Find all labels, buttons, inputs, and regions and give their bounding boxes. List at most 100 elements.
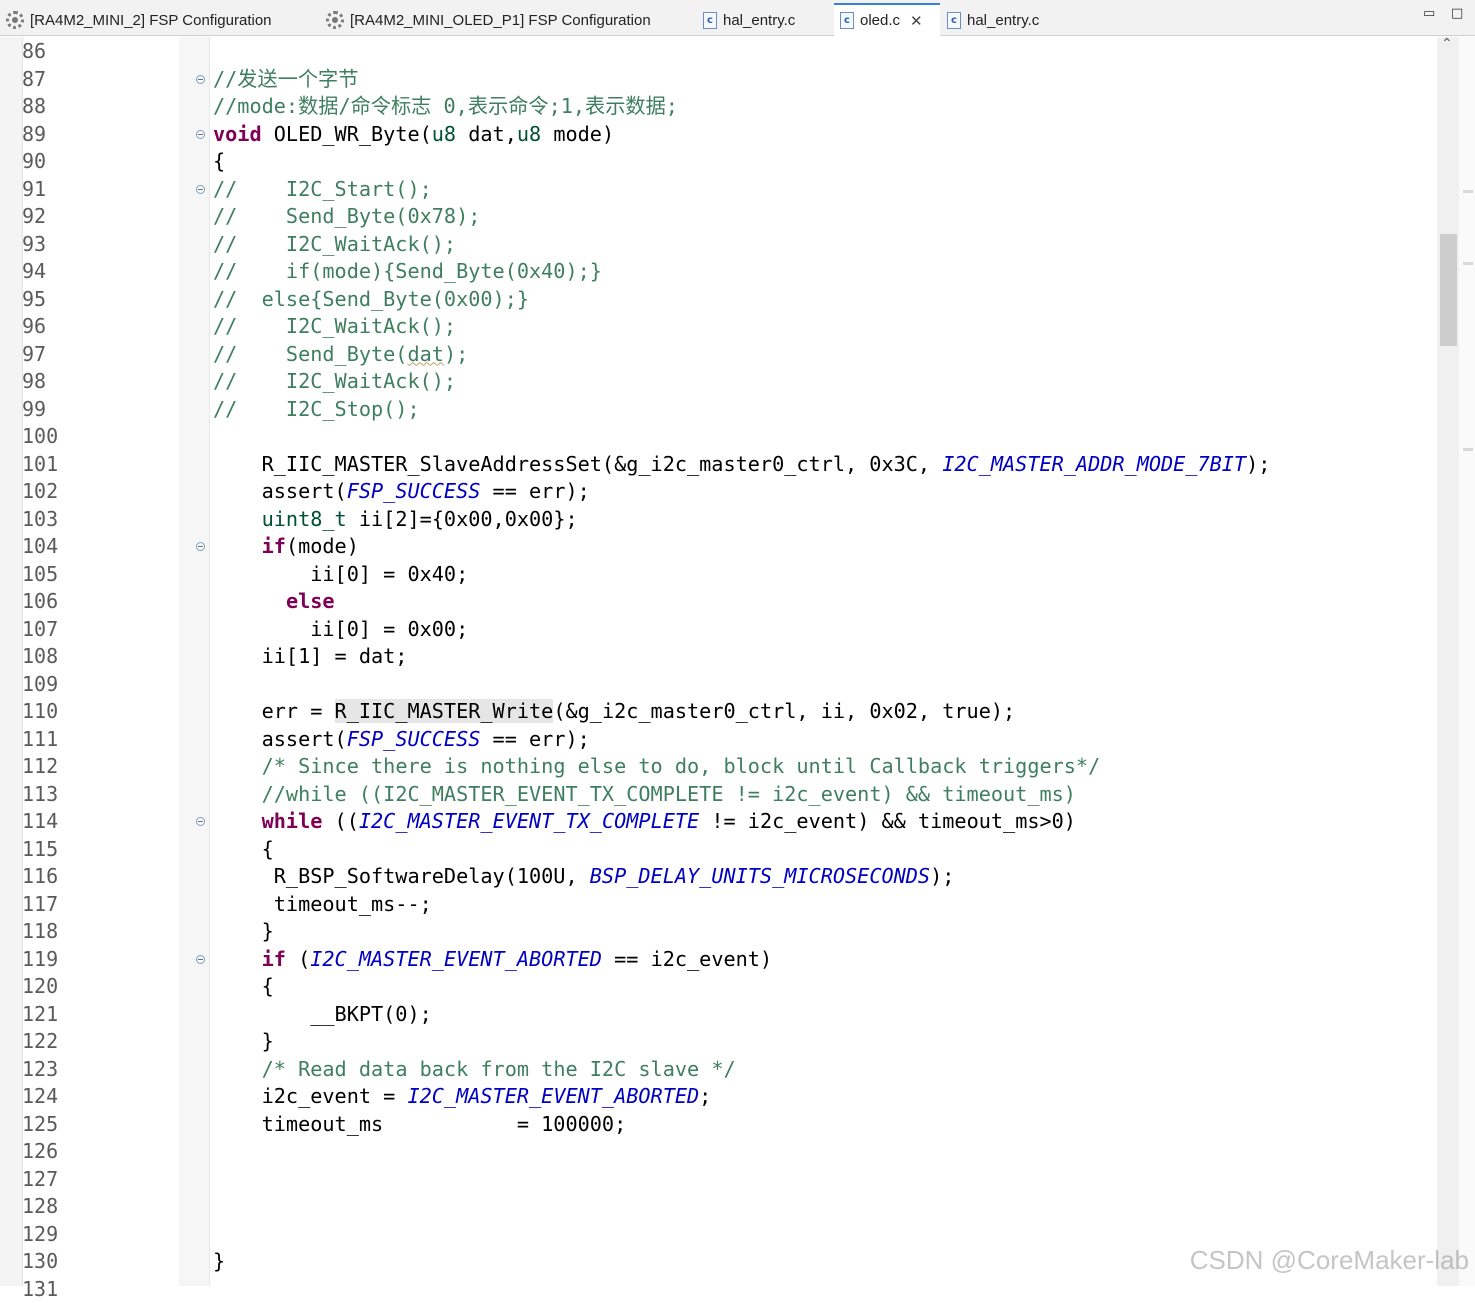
code-line[interactable]: 118 }	[0, 918, 1430, 946]
code-line[interactable]: 122 }	[0, 1028, 1430, 1056]
overview-mark[interactable]	[1463, 448, 1473, 451]
code-text[interactable]: assert(FSP_SUCCESS == err);	[213, 478, 590, 506]
code-line[interactable]: 110 err = R_IIC_MASTER_Write(&g_i2c_mast…	[0, 698, 1430, 726]
code-line[interactable]: 105 ii[0] = 0x40;	[0, 561, 1430, 589]
code-text[interactable]: // I2C_WaitAck();	[213, 231, 456, 259]
code-line[interactable]: 107 ii[0] = 0x00;	[0, 616, 1430, 644]
tab-hal-entry-c[interactable]: c hal_entry.c	[697, 4, 833, 36]
code-text[interactable]: timeout_ms = 100000;	[213, 1111, 626, 1139]
code-text[interactable]: //while ((I2C_MASTER_EVENT_TX_COMPLETE !…	[213, 781, 1076, 809]
code-line[interactable]: 100	[0, 423, 1430, 451]
code-text[interactable]: /* Read data back from the I2C slave */	[213, 1056, 736, 1084]
code-text[interactable]: // if(mode){Send_Byte(0x40);}	[213, 258, 602, 286]
fold-collapse-icon[interactable]	[196, 817, 205, 826]
code-text[interactable]: if (I2C_MASTER_EVENT_ABORTED == i2c_even…	[213, 946, 772, 974]
code-line[interactable]: 119 if (I2C_MASTER_EVENT_ABORTED == i2c_…	[0, 946, 1430, 974]
code-line[interactable]: 124 i2c_event = I2C_MASTER_EVENT_ABORTED…	[0, 1083, 1430, 1111]
code-line[interactable]: 102 assert(FSP_SUCCESS == err);	[0, 478, 1430, 506]
code-line[interactable]: 108 ii[1] = dat;	[0, 643, 1430, 671]
code-line[interactable]: 109	[0, 671, 1430, 699]
code-line[interactable]: 88//mode:数据/命令标志 0,表示命令;1,表示数据;	[0, 93, 1430, 121]
code-text[interactable]: // Send_Byte(0x78);	[213, 203, 480, 231]
code-line[interactable]: 113 //while ((I2C_MASTER_EVENT_TX_COMPLE…	[0, 781, 1430, 809]
code-line[interactable]: 116 R_BSP_SoftwareDelay(100U, BSP_DELAY_…	[0, 863, 1430, 891]
code-text[interactable]: R_IIC_MASTER_SlaveAddressSet(&g_i2c_mast…	[213, 451, 1270, 479]
maximize-icon[interactable]: □	[1451, 6, 1463, 21]
code-line[interactable]: 115 {	[0, 836, 1430, 864]
code-line[interactable]: 99// I2C_Stop();	[0, 396, 1430, 424]
code-line[interactable]: 112 /* Since there is nothing else to do…	[0, 753, 1430, 781]
code-text[interactable]: {	[213, 148, 225, 176]
fold-collapse-icon[interactable]	[196, 955, 205, 964]
code-text[interactable]: err = R_IIC_MASTER_Write(&g_i2c_master0_…	[213, 698, 1015, 726]
code-text[interactable]: i2c_event = I2C_MASTER_EVENT_ABORTED;	[213, 1083, 711, 1111]
code-text[interactable]: // I2C_WaitAck();	[213, 313, 456, 341]
code-line[interactable]: 98// I2C_WaitAck();	[0, 368, 1430, 396]
code-line[interactable]: 95// else{Send_Byte(0x00);}	[0, 286, 1430, 314]
code-line[interactable]: 104 if(mode)	[0, 533, 1430, 561]
code-line[interactable]: 125 timeout_ms = 100000;	[0, 1111, 1430, 1139]
code-text[interactable]: timeout_ms--;	[213, 891, 432, 919]
tab-hal-entry-c-2[interactable]: c hal_entry.c	[941, 4, 1071, 36]
fold-collapse-icon[interactable]	[196, 542, 205, 551]
code-text[interactable]: // else{Send_Byte(0x00);}	[213, 286, 529, 314]
fold-collapse-icon[interactable]	[196, 130, 205, 139]
code-line[interactable]: 93// I2C_WaitAck();	[0, 231, 1430, 259]
code-text[interactable]: // I2C_Stop();	[213, 396, 420, 424]
code-line[interactable]: 89void OLED_WR_Byte(u8 dat,u8 mode)	[0, 121, 1430, 149]
code-line[interactable]: 92// Send_Byte(0x78);	[0, 203, 1430, 231]
overview-ruler[interactable]	[1459, 37, 1475, 1286]
close-icon[interactable]: ✕	[910, 12, 923, 30]
code-line[interactable]: 103 uint8_t ii[2]={0x00,0x00};	[0, 506, 1430, 534]
code-text[interactable]: {	[213, 836, 274, 864]
code-text[interactable]: assert(FSP_SUCCESS == err);	[213, 726, 590, 754]
code-text[interactable]: // I2C_Start();	[213, 176, 432, 204]
code-line[interactable]: 131	[0, 1276, 1430, 1303]
code-text[interactable]: /* Since there is nothing else to do, bl…	[213, 753, 1100, 781]
code-text[interactable]: ii[0] = 0x00;	[213, 616, 468, 644]
overview-mark[interactable]	[1463, 262, 1473, 265]
code-text[interactable]: //发送一个字节	[213, 66, 358, 94]
code-line[interactable]: 120 {	[0, 973, 1430, 1001]
scrollbar-thumb[interactable]	[1440, 234, 1457, 346]
code-text[interactable]: __BKPT(0);	[213, 1001, 432, 1029]
code-line[interactable]: 91// I2C_Start();	[0, 176, 1430, 204]
code-line[interactable]: 123 /* Read data back from the I2C slave…	[0, 1056, 1430, 1084]
code-text[interactable]: // I2C_WaitAck();	[213, 368, 456, 396]
code-text[interactable]: }	[213, 1028, 274, 1056]
code-line[interactable]: 117 timeout_ms--;	[0, 891, 1430, 919]
code-line[interactable]: 114 while ((I2C_MASTER_EVENT_TX_COMPLETE…	[0, 808, 1430, 836]
code-line[interactable]: 87//发送一个字节	[0, 66, 1430, 94]
code-text[interactable]: R_BSP_SoftwareDelay(100U, BSP_DELAY_UNIT…	[213, 863, 954, 891]
tab-oled-c[interactable]: c oled.c ✕	[834, 3, 940, 36]
code-text[interactable]: //mode:数据/命令标志 0,表示命令;1,表示数据;	[213, 93, 678, 121]
code-text[interactable]: {	[213, 973, 274, 1001]
code-line[interactable]: 106 else	[0, 588, 1430, 616]
vertical-scrollbar[interactable]	[1437, 37, 1459, 1286]
fold-collapse-icon[interactable]	[196, 75, 205, 84]
code-text[interactable]: else	[213, 588, 335, 616]
code-line[interactable]: 111 assert(FSP_SUCCESS == err);	[0, 726, 1430, 754]
fold-collapse-icon[interactable]	[196, 185, 205, 194]
tab-fsp-configuration-oled-p1[interactable]: [RA4M2_MINI_OLED_P1] FSP Configuration	[320, 4, 696, 36]
code-line[interactable]: 94// if(mode){Send_Byte(0x40);}	[0, 258, 1430, 286]
code-line[interactable]: 121 __BKPT(0);	[0, 1001, 1430, 1029]
code-text[interactable]: }	[213, 918, 274, 946]
code-text[interactable]: uint8_t ii[2]={0x00,0x00};	[213, 506, 578, 534]
code-text[interactable]: if(mode)	[213, 533, 359, 561]
code-line[interactable]: 97// Send_Byte(dat);	[0, 341, 1430, 369]
tab-fsp-configuration-mini-2[interactable]: [RA4M2_MINI_2] FSP Configuration	[0, 4, 318, 36]
code-line[interactable]: 86	[0, 38, 1430, 66]
code-line[interactable]: 129	[0, 1221, 1430, 1249]
code-text[interactable]: ii[1] = dat;	[213, 643, 407, 671]
overview-mark[interactable]	[1463, 190, 1473, 193]
code-line[interactable]: 127	[0, 1166, 1430, 1194]
code-text[interactable]: void OLED_WR_Byte(u8 dat,u8 mode)	[213, 121, 614, 149]
code-line[interactable]: 128	[0, 1193, 1430, 1221]
code-text[interactable]: }	[213, 1248, 225, 1276]
code-text[interactable]: // Send_Byte(dat);	[213, 341, 468, 369]
code-text[interactable]: while ((I2C_MASTER_EVENT_TX_COMPLETE != …	[213, 808, 1076, 836]
scroll-up-icon[interactable]: ⌃	[1441, 36, 1453, 52]
code-text[interactable]: ii[0] = 0x40;	[213, 561, 468, 589]
code-line[interactable]: 90{	[0, 148, 1430, 176]
